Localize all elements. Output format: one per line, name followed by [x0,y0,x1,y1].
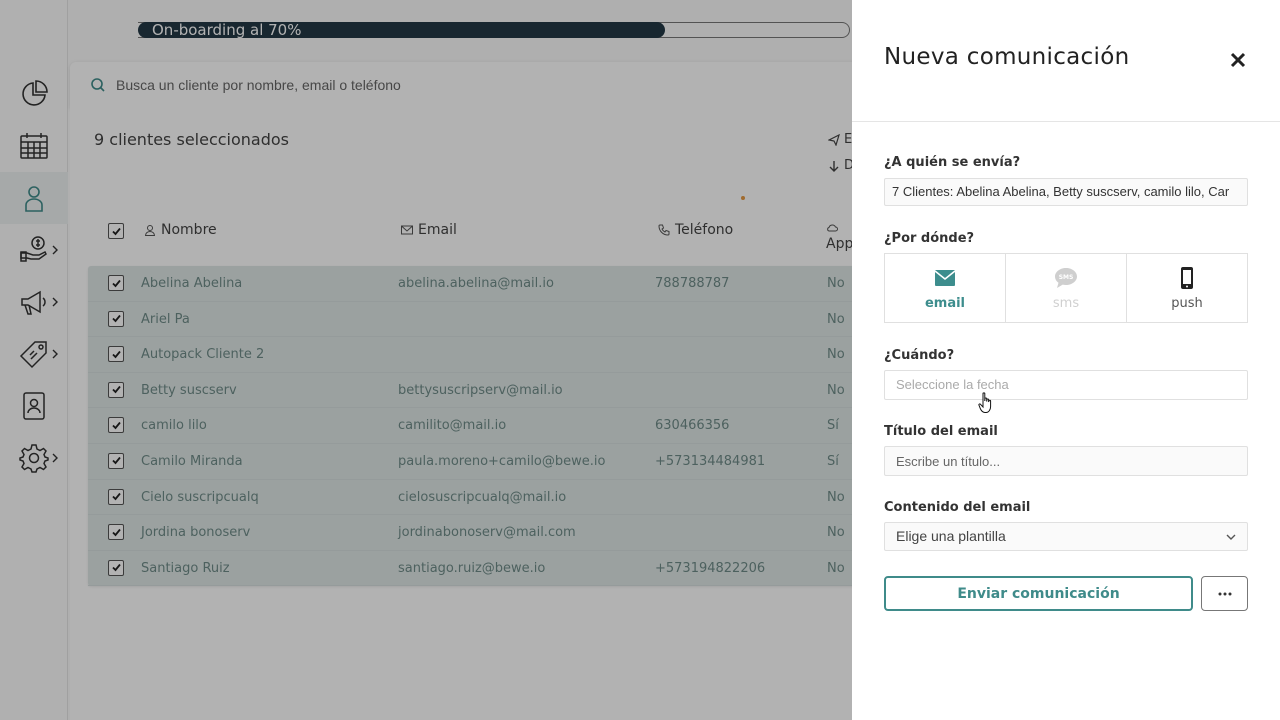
channel-push-label: push [1171,295,1203,311]
template-select[interactable]: Elige una plantilla [884,522,1248,551]
channel-sms-label: sms [1052,295,1080,311]
panel-header: Nueva comunicación [852,0,1280,122]
recipients-label: ¿A quién se envía? [884,155,1021,170]
channel-sms[interactable]: SMS sms [1006,254,1127,322]
date-picker[interactable]: Seleccione la fecha [884,370,1248,400]
channel-email-label: email [924,295,966,311]
chevron-down-icon [1226,534,1236,540]
mobile-phone-icon [1181,266,1193,289]
channel-label: ¿Por dónde? [884,231,975,246]
modal-backdrop[interactable] [0,0,852,720]
more-options-button[interactable] [1201,576,1248,611]
recipients-field[interactable]: 7 Clientes: Abelina Abelina, Betty suscs… [884,178,1248,206]
close-icon [1230,52,1246,68]
hand-pointer-cursor [978,392,992,413]
email-title-label: Título del email [884,424,998,439]
close-button[interactable] [1228,50,1248,70]
channel-email[interactable]: email [885,254,1006,322]
ellipsis-icon [1218,592,1231,595]
email-title-input[interactable] [884,446,1248,476]
channel-push[interactable]: push [1127,254,1247,322]
panel-title: Nueva comunicación [884,44,1130,70]
channel-selector: email SMS sms push [884,253,1248,323]
sms-badge-label: SMS [1059,274,1074,281]
new-communication-panel: Nueva comunicación ¿A quién se envía? 7 … [852,0,1280,720]
when-label: ¿Cuándo? [884,348,955,363]
send-communication-button[interactable]: Enviar comunicación [884,576,1193,611]
envelope-icon [934,269,956,286]
template-select-value: Elige una plantilla [896,528,1006,544]
email-content-label: Contenido del email [884,500,1031,515]
sms-bubble-icon: SMS [1055,267,1077,288]
